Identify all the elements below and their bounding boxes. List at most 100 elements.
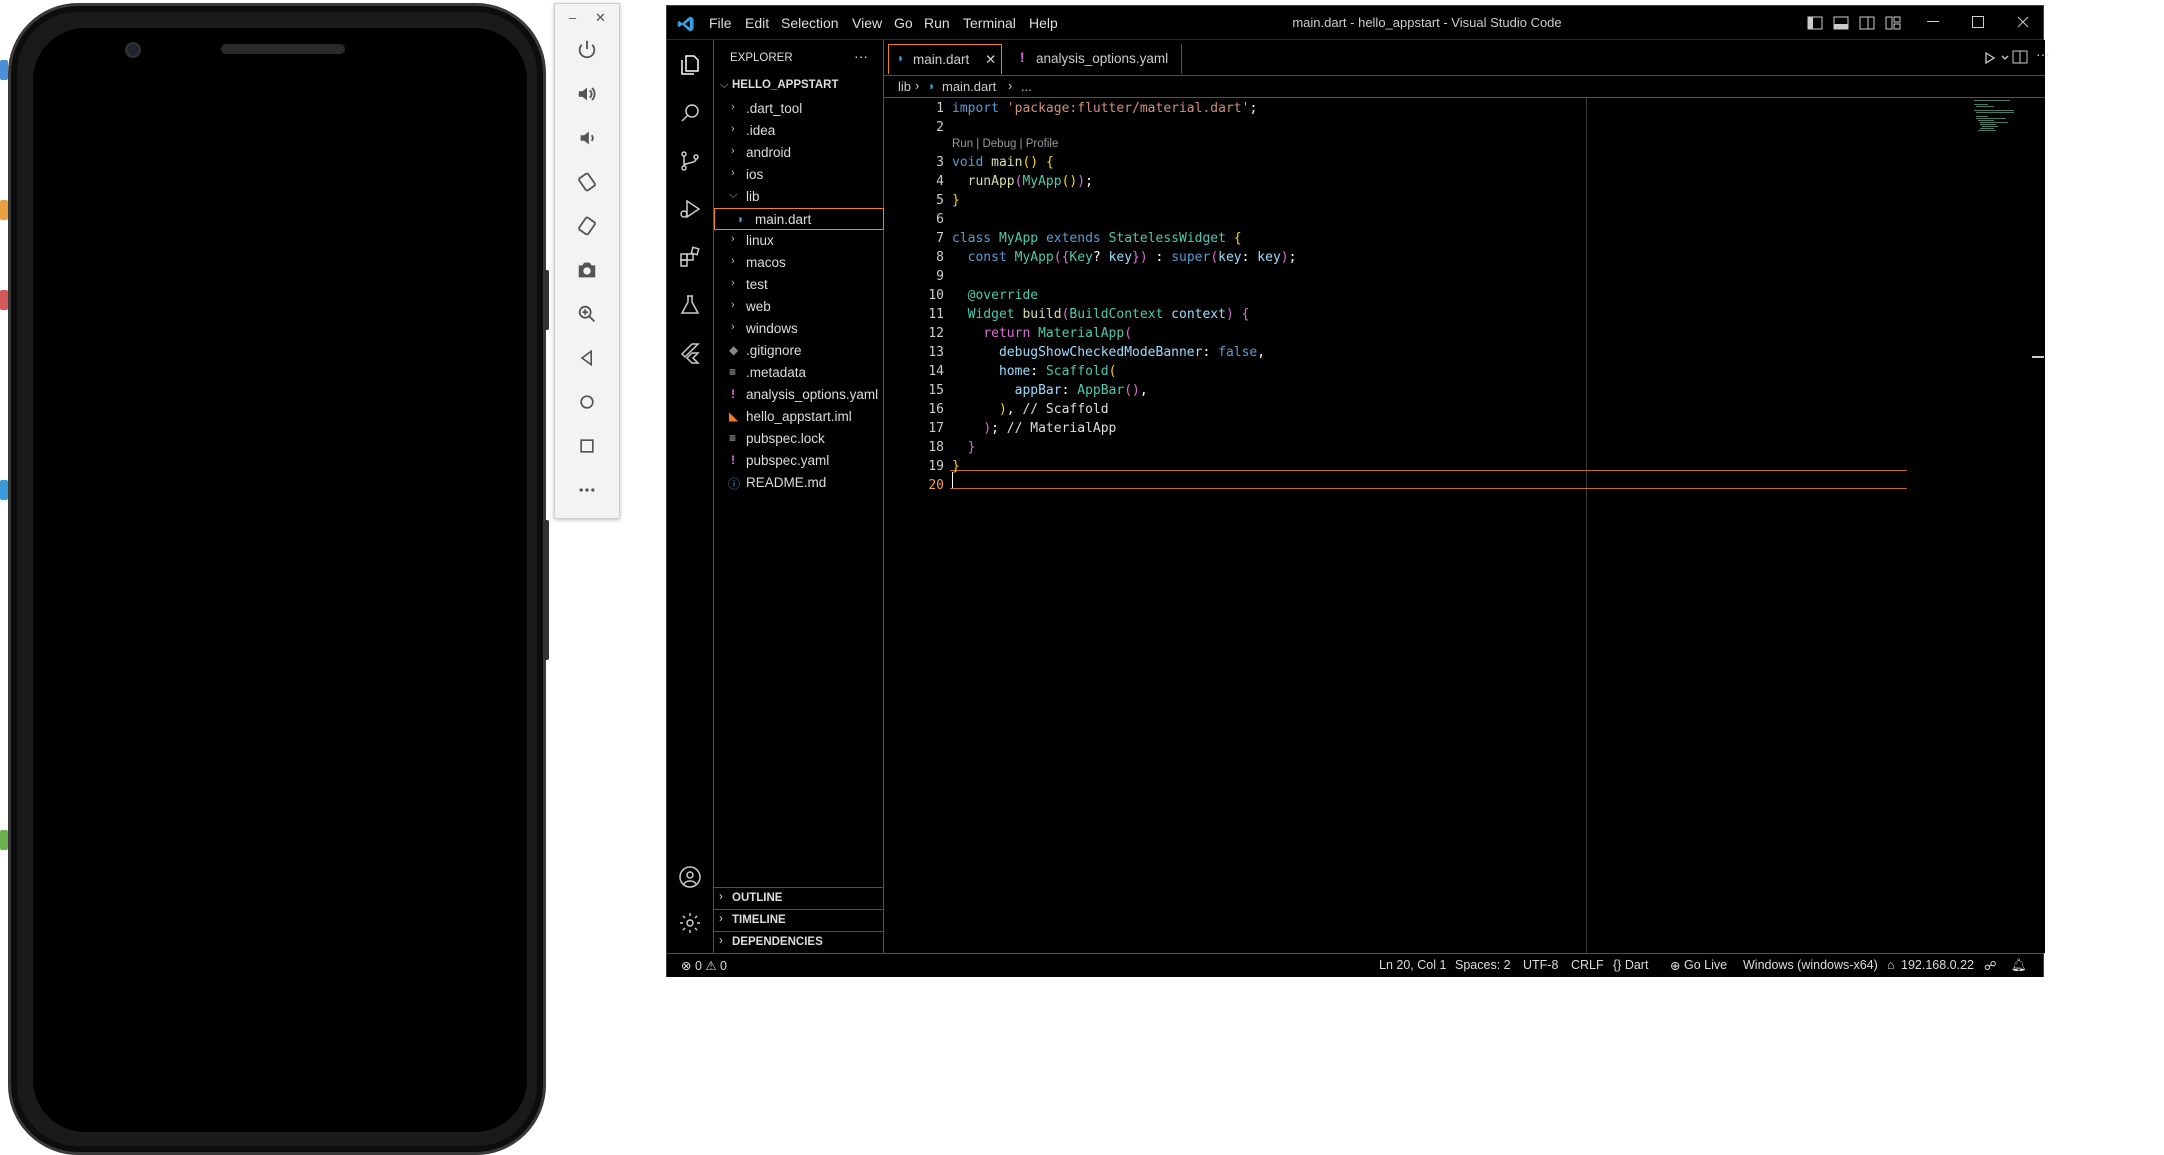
explorer-more-button[interactable]: ··· [854,48,868,64]
tree-file-iml[interactable]: ◣ hello_appstart.iml [714,406,884,428]
tree-file-readme[interactable]: ⓘ README.md [714,472,884,494]
screenshot-button[interactable] [569,252,605,288]
tree-folder-dart-tool[interactable]: › .dart_tool [714,98,884,120]
code-line: ), // Scaffold [998,402,1109,417]
code-line: ); // MaterialApp [983,421,1117,436]
extensions-icon [680,246,700,267]
ip-address-status[interactable]: 192.168.0.22 [1901,958,1974,972]
activity-flutter[interactable] [675,338,705,368]
toggle-secondary-sidebar-icon[interactable] [1859,16,1875,30]
activity-search[interactable] [675,98,705,128]
menu-file[interactable]: File [709,15,732,31]
tree-folder-web[interactable]: › web [714,296,884,318]
tree-file-gitignore[interactable]: ◆ .gitignore [714,340,884,362]
language-status[interactable]: {} Dart [1613,958,1648,972]
feedback-icon[interactable]: ☍ [1984,958,1997,973]
menu-run[interactable]: Run [924,15,950,31]
git-file-icon: ◆ [729,343,739,357]
emulator-close-button[interactable]: ✕ [595,10,606,26]
editor-more-actions-icon[interactable]: ··· [2036,46,2050,62]
toggle-panel-icon[interactable] [1833,16,1849,30]
code-editor[interactable]: 1 2 3 4 5 6 7 8 9 10 11 12 13 14 15 16 1… [884,98,2045,953]
section-outline[interactable]: › OUTLINE [714,887,884,909]
tree-folder-android[interactable]: › android [714,142,884,164]
current-line-highlight [950,470,1907,489]
tree-folder-lib[interactable]: ⌵ lib [714,186,884,208]
tab-close-button[interactable]: ✕ [985,52,996,68]
window-close-icon[interactable] [2017,16,2029,28]
scrollbar-position-marker [2032,356,2044,358]
activity-extensions[interactable] [675,242,705,272]
menu-terminal[interactable]: Terminal [963,15,1016,31]
code-line: return MaterialApp( [983,326,1133,341]
tree-folder-macos[interactable]: › macos [714,252,884,274]
tree-file-metadata[interactable]: ≡ .metadata [714,362,884,384]
phone-speaker [221,44,345,54]
tree-file-main-dart[interactable]: ◗ main.dart [714,208,884,230]
phone-screen[interactable] [33,28,527,1132]
activity-source-control[interactable] [675,146,705,176]
volume-down-button[interactable] [569,120,605,156]
activity-testing[interactable] [675,290,705,320]
window-maximize-icon[interactable] [1972,16,1984,28]
notifications-bell-icon[interactable]: 🔔︎ [2011,958,2027,973]
menu-selection[interactable]: Selection [781,15,839,31]
breadcrumb: lib › ◗ main.dart › ... [884,76,2045,98]
explorer-header: EXPLORER [730,52,793,64]
chevron-right-icon: › [731,233,735,245]
menu-help[interactable]: Help [1029,15,1058,31]
menu-go[interactable]: Go [894,15,913,31]
rotate-left-button[interactable] [569,164,605,200]
zoom-button[interactable] [569,296,605,332]
tree-folder-linux[interactable]: › linux [714,230,884,252]
tab-analysis-options[interactable]: ! analysis_options.yaml [1006,44,1182,74]
tree-folder-windows[interactable]: › windows [714,318,884,340]
emulator-toolbar: – ✕ [554,3,620,519]
go-live-status[interactable]: Go Live [1684,958,1727,972]
minimap[interactable] [1969,98,2029,138]
line-number: 10 [928,288,944,303]
rotate-left-icon [578,172,596,192]
section-dependencies[interactable]: › DEPENDENCIES [714,931,884,953]
device-status[interactable]: Windows (windows-x64) [1743,958,1878,972]
line-number: 19 [928,459,944,474]
power-button[interactable] [569,32,605,68]
activity-run-debug[interactable] [675,194,705,224]
section-timeline[interactable]: › TIMELINE [714,909,884,931]
menu-edit[interactable]: Edit [745,15,769,31]
tree-file-analysis-options[interactable]: ! analysis_options.yaml [714,384,884,406]
activity-accounts[interactable] [675,862,705,892]
activity-explorer[interactable] [675,50,705,80]
eol-status[interactable]: CRLF [1571,958,1604,972]
tree-folder-idea[interactable]: › .idea [714,120,884,142]
gear-icon [680,913,700,933]
activity-settings[interactable] [675,908,705,938]
home-button[interactable] [569,384,605,420]
cursor-position-status[interactable]: Ln 20, Col 1 [1379,958,1446,972]
window-minimize-icon[interactable] [1927,21,1939,23]
workspace-root[interactable]: ⌵ HELLO_APPSTART [714,76,884,98]
run-flutter-icon[interactable] [1984,51,2012,65]
tree-folder-test[interactable]: › test [714,274,884,296]
customize-layout-icon[interactable] [1885,16,1901,30]
indentation-status[interactable]: Spaces: 2 [1455,958,1511,972]
encoding-status[interactable]: UTF-8 [1523,958,1558,972]
rotate-right-button[interactable] [569,208,605,244]
volume-up-button[interactable] [569,76,605,112]
desktop-icon-sliver [0,290,8,310]
toggle-sidebar-icon[interactable] [1807,16,1823,30]
code-line: Widget build(BuildContext context) { [967,307,1250,322]
problems-status[interactable]: ⊗ 0 ⚠ 0 [681,958,727,973]
codelens-run-debug-profile[interactable]: Run | Debug | Profile [952,138,1058,150]
split-editor-icon[interactable] [2012,50,2028,64]
menu-view[interactable]: View [852,15,882,31]
emulator-minimize-button[interactable]: – [569,10,576,25]
tree-file-pubspec-lock[interactable]: ≡ pubspec.lock [714,428,884,450]
tree-folder-ios[interactable]: › ios [714,164,884,186]
more-button[interactable] [569,472,605,508]
back-button[interactable] [569,340,605,376]
tree-file-pubspec-yaml[interactable]: ! pubspec.yaml [714,450,884,472]
overview-button[interactable] [569,428,605,464]
tab-main-dart[interactable]: ◗ main.dart ✕ [888,44,1002,74]
code-line: appBar: AppBar(), [1014,383,1148,398]
